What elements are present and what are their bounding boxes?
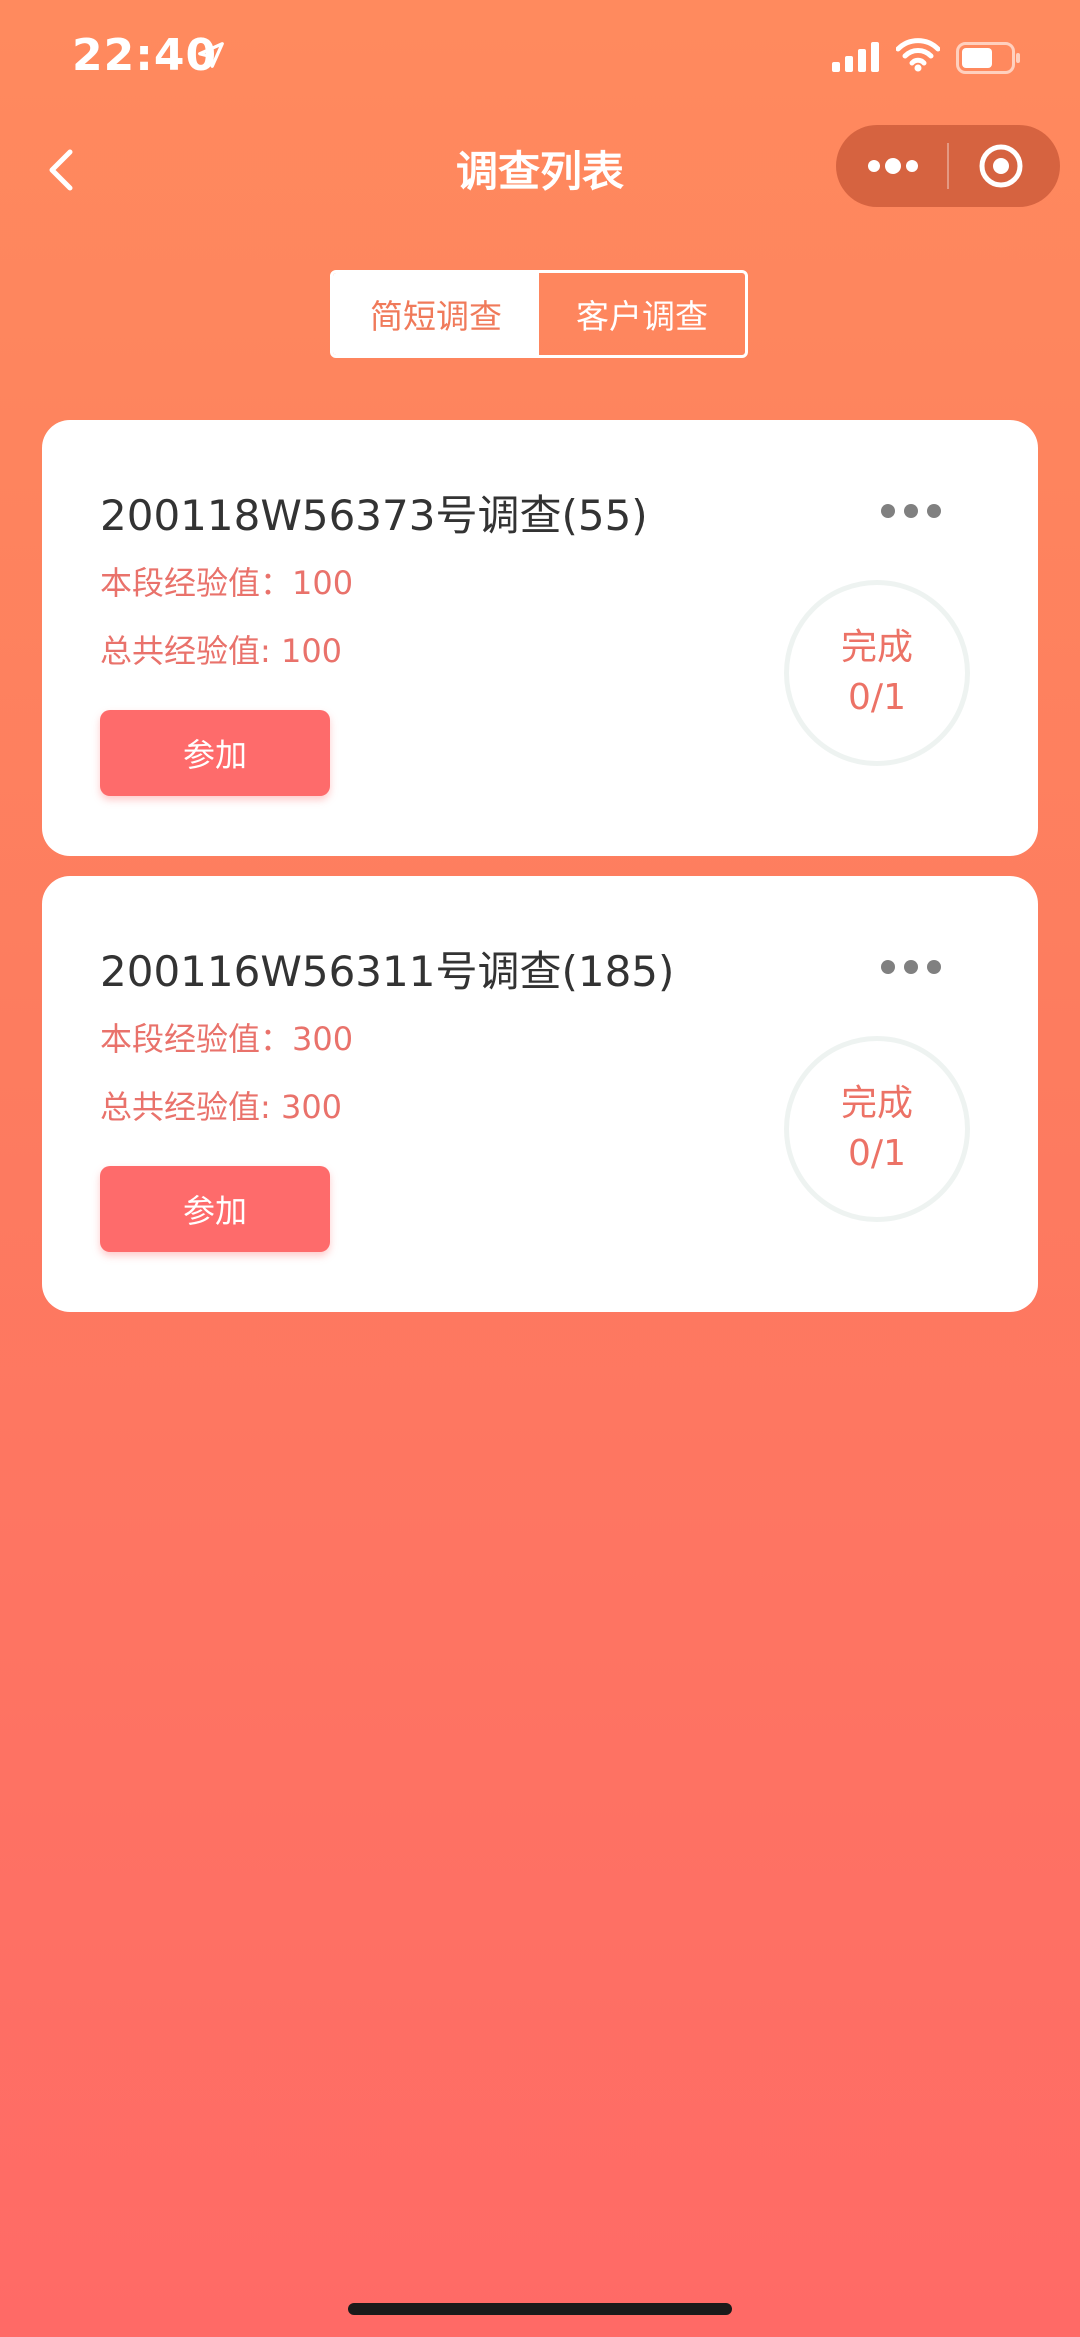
- join-button[interactable]: 参加: [100, 710, 330, 796]
- status-bar: 22:40: [0, 0, 1080, 120]
- join-button[interactable]: 参加: [100, 1166, 330, 1252]
- survey-title: 200118W56373号调查(55): [100, 491, 648, 540]
- location-arrow-icon: [198, 42, 224, 68]
- tab-customer-survey[interactable]: 客户调查: [539, 273, 745, 355]
- survey-card: 200116W56311号调查(185) 本段经验值：300 总共经验值: 30…: [42, 876, 1038, 1312]
- segment-exp: 本段经验值：300: [100, 1020, 354, 1058]
- total-exp: 总共经验值: 300: [100, 1088, 343, 1126]
- mini-program-capsule: [836, 125, 1060, 207]
- completion-label: 完成: [840, 626, 913, 668]
- capsule-divider: [947, 143, 949, 189]
- completion-ring: 完成 0/1: [784, 580, 970, 766]
- tab-short-survey[interactable]: 简短调查: [333, 273, 539, 355]
- battery-icon: [956, 42, 1020, 74]
- completion-ring: 完成 0/1: [784, 1036, 970, 1222]
- home-indicator[interactable]: [348, 2303, 732, 2315]
- segment-exp: 本段经验值：100: [100, 564, 354, 602]
- ellipsis-icon[interactable]: [880, 958, 942, 976]
- target-icon[interactable]: [978, 143, 1024, 189]
- nav-bar: 调查列表: [0, 120, 1080, 220]
- survey-type-tabs: 简短调查 客户调查: [330, 270, 748, 358]
- wifi-icon: [896, 38, 940, 72]
- total-exp: 总共经验值: 100: [100, 632, 343, 670]
- survey-title: 200116W56311号调查(185): [100, 947, 675, 996]
- ellipsis-icon[interactable]: [880, 502, 942, 520]
- completion-count: 0/1: [848, 1133, 906, 1174]
- survey-card: 200118W56373号调查(55) 本段经验值：100 总共经验值: 100…: [42, 420, 1038, 856]
- more-dots-icon[interactable]: [866, 153, 920, 179]
- completion-count: 0/1: [848, 677, 906, 718]
- completion-label: 完成: [840, 1082, 913, 1124]
- cellular-signal-icon: [832, 42, 879, 72]
